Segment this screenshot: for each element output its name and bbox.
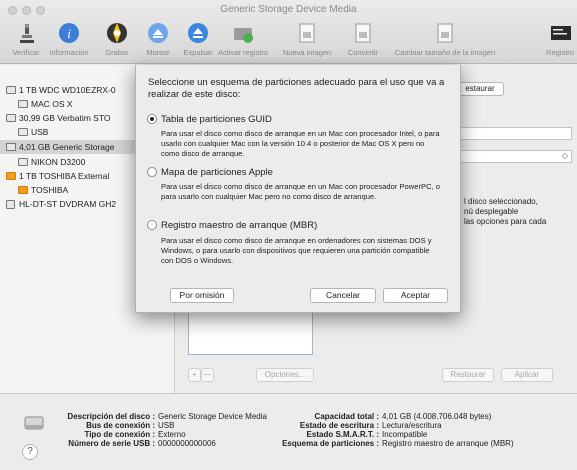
info-key: Número de serie USB : [68, 439, 155, 448]
hard-disk-icon [6, 86, 16, 94]
connection-bus-value: USB [158, 421, 175, 430]
sidebar-item-label: HL-DT-ST DVDRAM GH2 [19, 199, 117, 209]
apply-button[interactable]: Aplicar [501, 368, 553, 382]
toolbar-label: Verificar [12, 48, 40, 57]
add-partition-button[interactable]: + [188, 368, 201, 382]
window-title: Generic Storage Device Media [220, 4, 357, 15]
info-key: Descripción del disco : [67, 412, 155, 421]
accept-button[interactable]: Aceptar [383, 288, 448, 303]
info-key: Estado S.M.A.R.T. : [306, 430, 379, 439]
log-icon [234, 28, 253, 43]
toolbar-label: Registro [546, 48, 574, 57]
toolbar-label: Expulsar [183, 48, 213, 57]
radio-guid-description: Para usar el disco como disco de arranqu… [161, 129, 440, 158]
mount-icon [148, 23, 168, 43]
external-volume-icon [18, 186, 28, 194]
info-key: Esquema de particiones : [282, 439, 379, 448]
volume-icon [18, 158, 28, 166]
total-capacity-value: 4,01 GB (4.008.706.048 bytes) [382, 412, 492, 421]
toolbar-label: Grabar [105, 48, 129, 57]
sidebar-item-label: 1 TB TOSHIBA External [19, 171, 110, 181]
sidebar-item-label: NIKON D3200 [31, 157, 86, 167]
toolbar-label: Información [49, 48, 89, 57]
eject-icon [188, 23, 208, 43]
info-key: Bus de conexión : [86, 421, 155, 430]
sidebar-item-label: TOSHIBA [31, 185, 69, 195]
usb-disk-icon [6, 143, 16, 151]
disk-description-value: Generic Storage Device Media [158, 412, 267, 421]
hint-text: nú desplegable [464, 207, 519, 216]
cancel-button-label: Cancelar [325, 290, 361, 300]
remove-partition-button[interactable]: — [201, 368, 214, 382]
disk-icon [24, 416, 44, 430]
format-select[interactable]: ◇ [460, 150, 572, 163]
partition-scheme-sheet: Seleccione un esquema de particiones ade… [135, 65, 461, 313]
burn-icon [107, 23, 127, 43]
radio-apple-description: Para usar el disco como disco de arranqu… [161, 182, 441, 201]
options-button[interactable]: Opciones... [256, 368, 314, 382]
restore-tab-label: estaurar [465, 84, 495, 93]
toolbar-label: Activar registro [217, 48, 269, 57]
hint-text: las opciones para cada [464, 217, 547, 226]
sidebar-item-label: 1 TB WDC WD10EZRX-0 [19, 85, 116, 95]
radio-mbr-label[interactable]: Registro maestro de arranque (MBR) [161, 220, 317, 231]
optical-drive-icon [6, 200, 15, 209]
sidebar-item-label: 4,01 GB Generic Storage [19, 142, 115, 152]
serial-number-value: 0000000000006 [158, 439, 216, 448]
hint-text: l disco seleccionado, [464, 197, 538, 206]
sheet-prompt: Seleccione un esquema de particiones ade… [148, 77, 445, 100]
smart-status-value: Incompatible [382, 430, 428, 439]
select-arrows-icon: ◇ [561, 151, 568, 160]
volume-icon [18, 100, 28, 108]
info-icon: i [59, 23, 79, 43]
svg-text:i: i [67, 26, 71, 41]
toolbar-label: Convertir [347, 48, 379, 57]
minus-icon: — [203, 370, 212, 379]
radio-guid-label[interactable]: Tabla de particiones GUID [161, 114, 272, 125]
console-log-icon [551, 26, 571, 40]
help-button[interactable]: ? [22, 444, 38, 460]
write-status-value: Lectura/escritura [382, 421, 442, 430]
usb-disk-icon [6, 114, 16, 122]
name-field[interactable] [460, 127, 572, 140]
resize-image-icon [437, 23, 453, 43]
info-key: Estado de escritura : [299, 421, 379, 430]
apply-label: Aplicar [514, 370, 540, 379]
restore-label: Restaurar [450, 370, 486, 379]
external-disk-icon [6, 172, 16, 180]
radio-mbr-description: Para usar el disco como disco de arranqu… [161, 236, 432, 265]
info-key: Capacidad total : [314, 412, 379, 421]
accept-button-label: Aceptar [400, 290, 431, 300]
sidebar-item-label: 30,99 GB Verbatim STO [19, 113, 111, 123]
plus-icon: + [192, 370, 197, 379]
microscope-icon [20, 24, 34, 43]
connection-type-value: Externo [158, 430, 186, 439]
toolbar-label: Montar [146, 48, 170, 57]
radio-mbr[interactable] [147, 220, 157, 230]
restore-button[interactable]: Restaurar [442, 368, 494, 382]
question-mark-icon: ? [27, 446, 33, 457]
sidebar-item-label: MAC OS X [31, 99, 73, 109]
radio-guid[interactable] [147, 114, 157, 124]
options-label: Opciones... [264, 370, 306, 379]
cancel-button[interactable]: Cancelar [310, 288, 376, 303]
info-key: Tipo de conexión : [84, 430, 155, 439]
default-button[interactable]: Por omisión [170, 288, 234, 303]
new-image-icon [299, 23, 315, 43]
toolbar-label: Cambiar tamaño de la imagen [394, 48, 496, 57]
convert-icon [355, 23, 371, 43]
toolbar: Generic Storage Device Media Verificar i… [0, 0, 577, 64]
radio-apple[interactable] [147, 167, 157, 177]
partition-scheme-value: Registro maestro de arranque (MBR) [382, 439, 514, 448]
restore-tab-button[interactable]: estaurar [456, 82, 504, 96]
radio-apple-label[interactable]: Mapa de particiones Apple [161, 167, 273, 178]
volume-icon [18, 128, 28, 136]
default-button-label: Por omisión [179, 290, 225, 300]
toolbar-label: Nueva imagen [282, 48, 332, 57]
sidebar-item-label: USB [31, 127, 49, 137]
